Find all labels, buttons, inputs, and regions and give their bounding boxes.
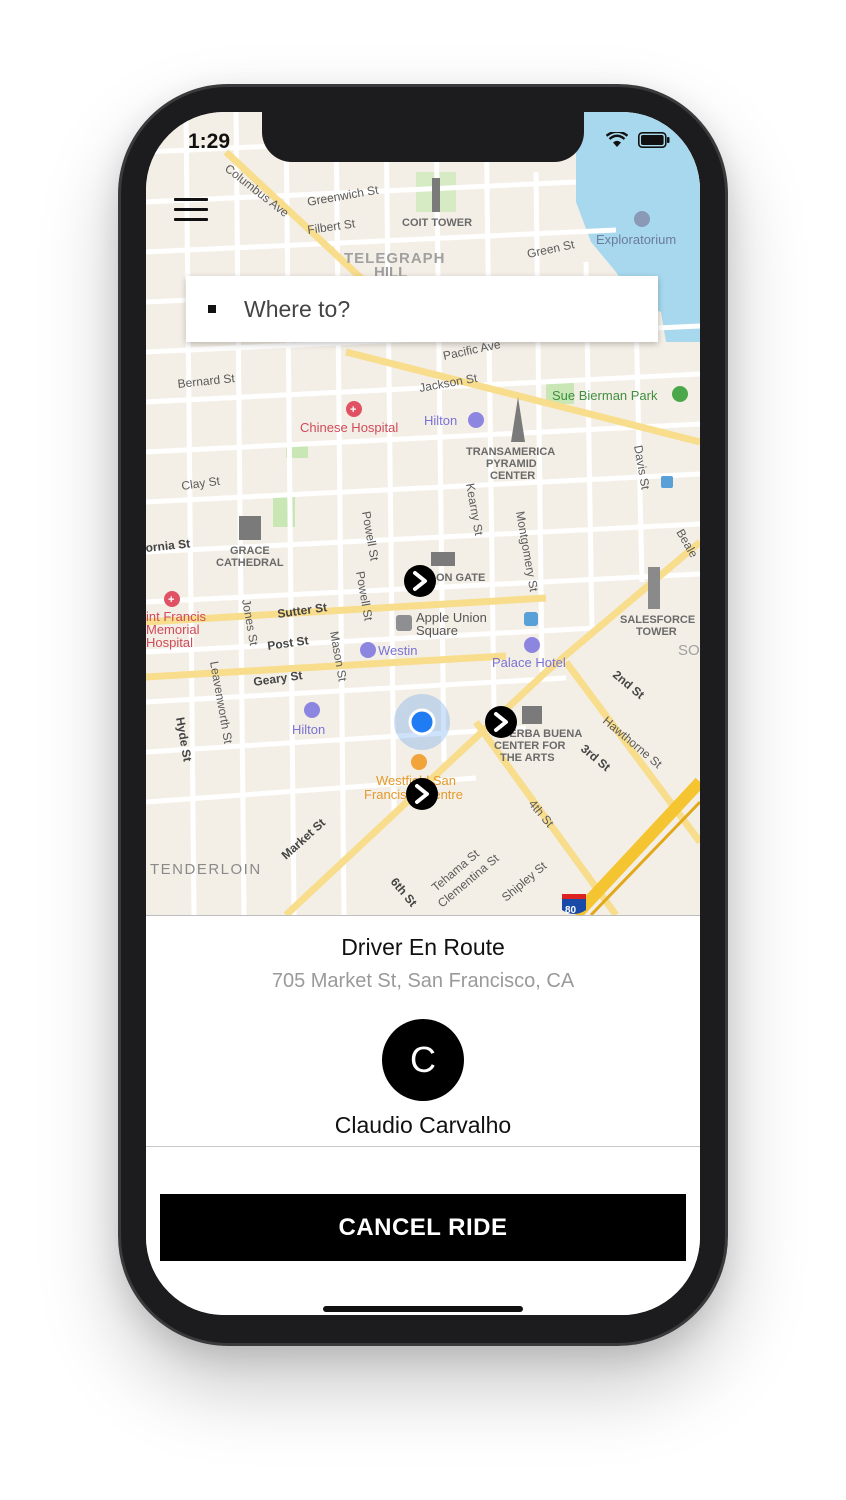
label-tenderloin: TENDERLOIN <box>150 861 262 878</box>
hamburger-menu-icon[interactable] <box>174 198 208 224</box>
label-st-francis-3: Hospital <box>146 635 193 650</box>
destination-search-field[interactable]: Where to? <box>186 276 658 342</box>
label-kearny: Kearny St <box>463 482 486 537</box>
label-sixth: 6th St <box>388 875 420 910</box>
home-indicator[interactable] <box>323 1306 523 1312</box>
status-time: 1:29 <box>188 130 231 153</box>
label-chinese-hospital: Chinese Hospital <box>300 420 398 435</box>
label-clay: Clay St <box>180 474 221 493</box>
driver-marker[interactable] <box>406 778 438 810</box>
freeway <box>571 777 700 915</box>
svg-text:+: + <box>350 404 356 416</box>
label-apple-2: Square <box>416 623 458 638</box>
label-second: 2nd St <box>610 668 647 702</box>
driver-marker[interactable] <box>404 565 436 597</box>
label-greenwich: Greenwich St <box>306 183 380 209</box>
status-icons <box>606 132 670 148</box>
label-third: 3rd St <box>578 742 613 775</box>
transit-icon[interactable] <box>524 612 538 626</box>
map-canvas[interactable]: + + Columbus Ave Greenwich St Filbert St… <box>146 112 700 915</box>
ride-status-title: Driver En Route <box>341 934 505 960</box>
hotel-icon[interactable] <box>360 642 376 658</box>
destination-placeholder[interactable]: Where to? <box>244 296 350 323</box>
freeway-edge <box>589 800 700 915</box>
wifi-icon <box>606 132 628 147</box>
destination-square-icon <box>208 305 216 313</box>
label-exploratorium: Exploratorium <box>596 232 676 247</box>
yerba-buena-icon <box>522 706 542 724</box>
coit-tower-icon <box>432 178 440 212</box>
label-davis: Davis St <box>631 444 653 491</box>
hotel-icon[interactable] <box>468 412 484 428</box>
label-so: SO <box>678 642 700 659</box>
label-columbus: Columbus Ave <box>222 161 292 220</box>
label-yerba-3: THE ARTS <box>500 752 555 764</box>
ride-status-sheet: Driver En Route 705 Market St, San Franc… <box>146 915 700 1315</box>
hotel-icon[interactable] <box>524 637 540 653</box>
label-hilton-north: Hilton <box>424 413 457 428</box>
label-interstate: 80 <box>565 905 577 915</box>
label-transamerica-2: PYRAMID <box>486 458 537 470</box>
label-shipley: Shipley St <box>499 858 550 904</box>
label-salesforce-1: SALESFORCE <box>620 614 695 626</box>
label-sue-bierman: Sue Bierman Park <box>552 388 658 403</box>
museum-icon[interactable] <box>634 211 650 227</box>
label-hilton-south: Hilton <box>292 722 325 737</box>
svg-text:+: + <box>168 594 174 606</box>
salesforce-tower-icon <box>648 567 660 609</box>
battery-icon <box>638 132 670 148</box>
label-market: Market St <box>279 816 329 863</box>
driver-marker[interactable] <box>485 706 517 738</box>
shopping-icon[interactable] <box>411 754 427 770</box>
phone-notch <box>262 110 584 162</box>
park-icon[interactable] <box>672 386 688 402</box>
label-green: Green St <box>526 237 577 261</box>
label-yerba-2: CENTER FOR <box>494 740 566 752</box>
label-post: Post St <box>266 633 309 653</box>
hotel-icon[interactable] <box>304 702 320 718</box>
label-bernard: Bernard St <box>177 371 236 391</box>
label-powell: Powell St <box>359 510 382 562</box>
label-powell-2: Powell St <box>353 570 376 622</box>
transamerica-icon <box>511 397 525 442</box>
pickup-address: 705 Market St, San Francisco, CA <box>271 970 575 992</box>
app-screen: + + Columbus Ave Greenwich St Filbert St… <box>146 112 700 1315</box>
cathedral-icon <box>239 516 261 540</box>
label-beale: Beale <box>673 527 700 561</box>
interstate-shield-top <box>562 894 586 899</box>
label-transamerica-3: CENTER <box>490 470 535 482</box>
label-salesforce-2: TOWER <box>636 626 677 638</box>
label-transamerica-1: TRANSAMERICA <box>466 446 555 458</box>
label-palace: Palace Hotel <box>492 655 566 670</box>
label-sutter: Sutter St <box>276 600 327 621</box>
driver-avatar: C <box>382 1019 464 1101</box>
user-location-dot <box>408 708 436 736</box>
label-mason: Mason St <box>327 630 350 683</box>
label-westin: Westin <box>378 643 418 658</box>
label-grace-2: CATHEDRAL <box>216 557 284 569</box>
label-dragon-gate: ON GATE <box>436 572 485 584</box>
label-grace-1: GRACE <box>230 545 270 557</box>
driver-name: Claudio Carvalho <box>334 1112 512 1138</box>
transit-icon[interactable] <box>661 476 673 488</box>
sheet-divider <box>146 1146 700 1147</box>
cancel-ride-button[interactable]: CANCEL RIDE <box>160 1194 686 1261</box>
label-coit: COIT TOWER <box>402 217 472 229</box>
apple-store-icon[interactable] <box>396 615 412 631</box>
label-filbert: Filbert St <box>306 216 356 237</box>
map-view[interactable]: + + Columbus Ave Greenwich St Filbert St… <box>146 112 700 915</box>
dragon-gate-icon <box>431 552 455 566</box>
